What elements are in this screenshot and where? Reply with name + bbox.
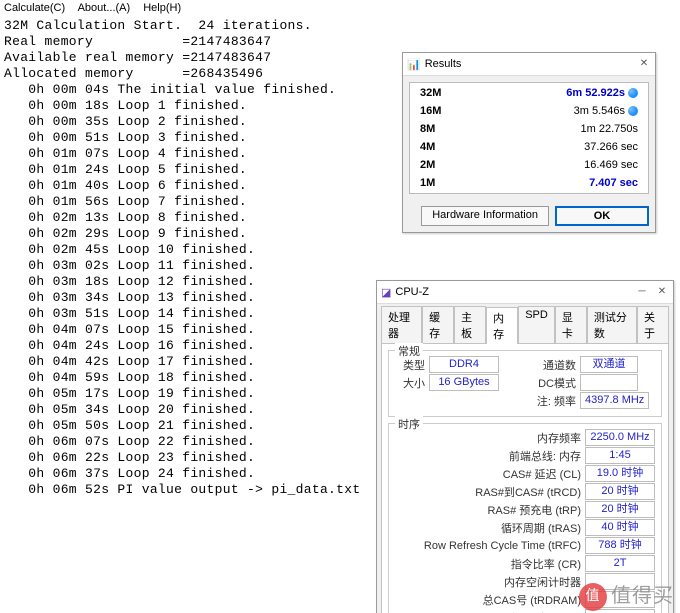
size-value: 16 GBytes [429, 374, 499, 391]
table-row: 2M16.469 sec [412, 157, 646, 173]
timing-row: 前端总线: 内存1:45 [395, 447, 655, 464]
ncfreq-label: 注: 频率 [530, 393, 576, 409]
hardware-info-button[interactable]: Hardware Information [421, 206, 549, 226]
general-fieldset: 常规 类型DDR4 大小16 GBytes 通道数双通道 DC模式 注: 频率4… [388, 350, 662, 417]
tab-2[interactable]: 主板 [454, 306, 486, 343]
results-table: 32M6m 52.922s 16M3m 5.546s 8M1m 22.750s 4M3… [409, 82, 649, 194]
tab-1[interactable]: 缓存 [422, 306, 454, 343]
table-row: 16M3m 5.546s [412, 103, 646, 119]
cpuz-window: ◪ CPU-Z ─ ✕ 处理器缓存主板内存SPD显卡测试分数关于 常规 类型DD… [376, 280, 674, 613]
general-legend: 常规 [395, 343, 423, 359]
channels-value: 双通道 [580, 356, 638, 373]
cpuz-title: CPU-Z [391, 286, 629, 298]
menu-about[interactable]: About...(A) [78, 2, 131, 14]
dcmode-value [580, 374, 638, 391]
table-row: 8M1m 22.750s [412, 121, 646, 137]
channels-label: 通道数 [530, 357, 576, 373]
cpuz-tabs: 处理器缓存主板内存SPD显卡测试分数关于 [377, 304, 673, 343]
globe-icon [628, 106, 638, 116]
tab-5[interactable]: 显卡 [555, 306, 587, 343]
minimize-icon[interactable]: ─ [635, 285, 649, 299]
timing-row: 循环周期 (tRAS)40 时钟 [395, 519, 655, 536]
timing-row: RAS# 预充电 (tRP)20 时钟 [395, 501, 655, 518]
tab-0[interactable]: 处理器 [381, 306, 422, 343]
timing-row: 指令比率 (CR)2T [395, 555, 655, 572]
globe-icon [628, 88, 638, 98]
timing-row: RAS#到CAS# (tRCD)20 时钟 [395, 483, 655, 500]
menu-help[interactable]: Help(H) [143, 2, 181, 14]
timing-row: 内存频率2250.0 MHz [395, 429, 655, 446]
tab-4[interactable]: SPD [518, 306, 555, 343]
tab-6[interactable]: 测试分数 [587, 306, 637, 343]
type-value: DDR4 [429, 356, 499, 373]
ok-button[interactable]: OK [555, 206, 649, 226]
timing-row: Row Refresh Cycle Time (tRFC)788 时钟 [395, 537, 655, 554]
table-row: 4M37.266 sec [412, 139, 646, 155]
cpuz-titlebar[interactable]: ◪ CPU-Z ─ ✕ [377, 281, 673, 304]
menu-bar: Calculate(C) About...(A) Help(H) [0, 0, 680, 16]
ncfreq-value: 4397.8 MHz [580, 392, 649, 409]
table-row: 32M6m 52.922s [412, 85, 646, 101]
timing-row: CAS# 延迟 (CL)19.0 时钟 [395, 465, 655, 482]
tab-7[interactable]: 关于 [637, 306, 669, 343]
menu-calculate[interactable]: Calculate(C) [4, 2, 65, 14]
results-titlebar[interactable]: 📊 Results ✕ [403, 53, 655, 76]
size-label: 大小 [395, 375, 425, 391]
watermark: 值值得买 [579, 579, 674, 611]
results-title: Results [421, 58, 631, 70]
close-icon[interactable]: ✕ [637, 57, 651, 71]
timings-legend: 时序 [395, 416, 423, 432]
cpuz-icon: ◪ [381, 286, 391, 299]
dcmode-label: DC模式 [530, 375, 576, 391]
results-window: 📊 Results ✕ 32M6m 52.922s 16M3m 5.546s 8M1… [402, 52, 656, 233]
tab-3[interactable]: 内存 [486, 307, 518, 344]
close-icon[interactable]: ✕ [655, 285, 669, 299]
table-row: 1M7.407 sec [412, 175, 646, 191]
results-icon: 📊 [407, 58, 421, 71]
